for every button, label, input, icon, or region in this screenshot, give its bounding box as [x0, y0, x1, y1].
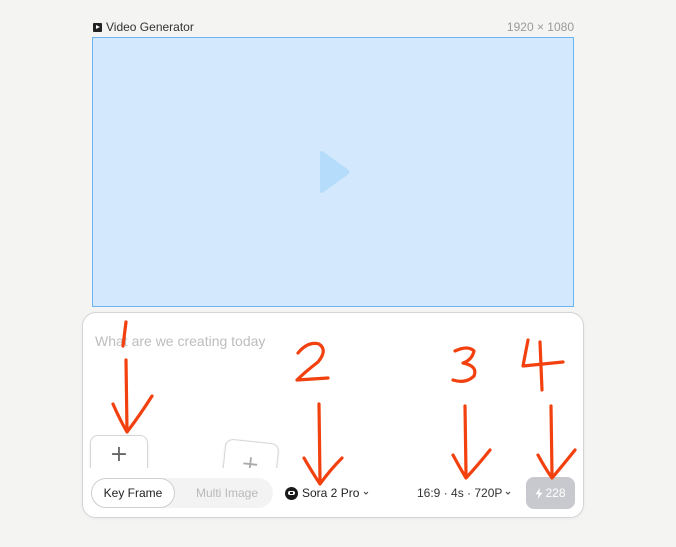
prompt-toolbar: Key Frame Multi Image Sora 2 Pro 16:9 · …: [83, 468, 583, 517]
frame-title-text: Video Generator: [106, 20, 194, 34]
video-canvas[interactable]: [92, 37, 574, 307]
bolt-icon: [535, 487, 543, 499]
video-icon: [93, 22, 102, 32]
frame-header: Video Generator 1920 × 1080: [93, 20, 574, 36]
generate-button[interactable]: 228: [526, 477, 575, 509]
chevron-down-icon: [364, 491, 369, 495]
key-frame-mode-button[interactable]: Key Frame: [91, 478, 175, 508]
model-selector[interactable]: Sora 2 Pro: [285, 478, 369, 508]
mode-toggle: Key Frame Multi Image: [91, 478, 273, 508]
frame-size-label: 1920 × 1080: [506, 20, 574, 34]
prompt-card: + + Key Frame Multi Image Sora 2 Pro 16:…: [82, 312, 584, 518]
video-settings-label: 16:9 · 4s · 720P: [417, 486, 503, 500]
model-label: Sora 2 Pro: [302, 486, 360, 500]
credit-count: 228: [545, 486, 566, 500]
video-settings-selector[interactable]: 16:9 · 4s · 720P: [417, 478, 511, 508]
multi-image-mode-button[interactable]: Multi Image: [185, 478, 269, 508]
add-start-frame-icon: +: [109, 442, 129, 467]
openai-logo-icon: [285, 486, 298, 500]
frame-title[interactable]: Video Generator: [93, 20, 194, 34]
chevron-down-icon: [506, 491, 511, 495]
prompt-input[interactable]: [95, 329, 565, 353]
play-icon[interactable]: [317, 150, 351, 194]
